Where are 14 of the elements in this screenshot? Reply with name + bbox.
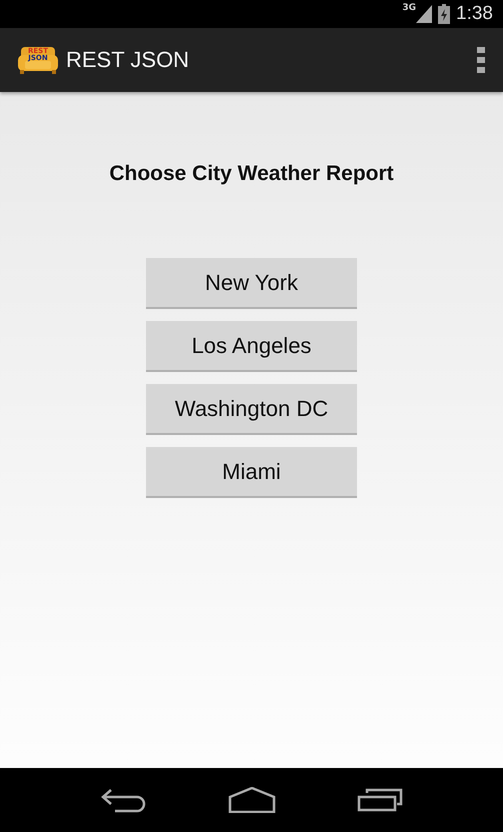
city-button[interactable]: Los Angeles	[146, 321, 357, 372]
network-label: 3G	[402, 3, 416, 13]
city-button[interactable]: New York	[146, 258, 357, 309]
recent-apps-icon[interactable]	[356, 788, 402, 812]
city-button[interactable]: Miami	[146, 447, 357, 498]
battery-icon	[438, 4, 450, 24]
page-heading: Choose City Weather Report	[109, 162, 394, 186]
app-title: REST JSON	[66, 47, 190, 73]
overflow-menu-icon[interactable]	[477, 47, 485, 73]
back-icon[interactable]	[100, 787, 146, 813]
clock-time: 1:38	[456, 3, 493, 25]
city-button[interactable]: Washington DC	[146, 384, 357, 435]
home-icon[interactable]	[228, 787, 276, 813]
signal-icon	[416, 5, 432, 23]
